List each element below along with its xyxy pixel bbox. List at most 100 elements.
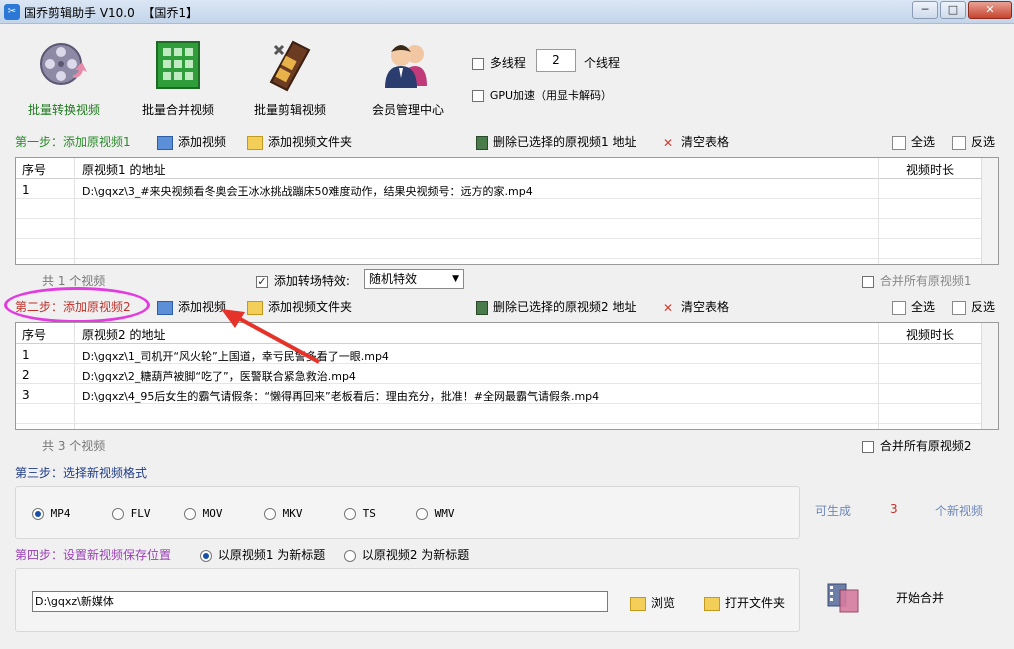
- folder-add-icon: [247, 135, 263, 150]
- browse-button[interactable]: 浏览: [630, 594, 675, 611]
- annotation-arrow: [221, 309, 320, 364]
- transition-checkbox[interactable]: [256, 275, 268, 288]
- merge-all-2-label: 合并所有原视频2: [879, 439, 972, 453]
- step2-delete-label: 删除已选择的原视频2 地址: [493, 300, 637, 314]
- radio-mov[interactable]: [184, 508, 196, 520]
- step1-delete-label: 删除已选择的原视频1 地址: [493, 135, 637, 149]
- step1-add-folder-button[interactable]: 添加视频文件夹: [247, 133, 352, 150]
- step2-invert-label: 反选: [971, 300, 996, 314]
- thread-count-input[interactable]: 2: [536, 49, 576, 72]
- film-reel-icon: [40, 43, 87, 85]
- close-button[interactable]: ✕: [968, 1, 1012, 19]
- step1-add-video-label: 添加视频: [178, 135, 227, 149]
- save-path-input[interactable]: D:\gqxz\新媒体: [32, 591, 608, 612]
- radio-wmv[interactable]: [416, 508, 428, 520]
- format-option-wmv[interactable]: WMV: [416, 507, 455, 520]
- gpu-checkbox[interactable]: [472, 89, 484, 102]
- merge-all-2-checkbox[interactable]: [862, 440, 874, 453]
- radio-mp4[interactable]: [32, 508, 44, 520]
- step1-table[interactable]: 序号 原视频1 的地址 视频时长 1 D:\gqxz\3_#来央视频看冬奥会王冰…: [15, 157, 999, 265]
- start-merge-button[interactable]: 开始合并: [826, 580, 962, 614]
- format-option-mp4[interactable]: MP4: [32, 507, 71, 520]
- step1-clear-label: 清空表格: [681, 135, 730, 149]
- batch-cut-button[interactable]: 批量剪辑视频: [240, 38, 340, 118]
- film-delete-icon: [476, 135, 488, 150]
- step1-select-all-button[interactable]: 全选: [892, 133, 935, 150]
- format-label: WMV: [434, 507, 455, 520]
- col-path-header: 原视频2 的地址: [82, 328, 166, 342]
- step1-delete-selected-button[interactable]: 删除已选择的原视频1 地址: [476, 133, 636, 150]
- merge-all-1-checkbox[interactable]: [862, 275, 874, 288]
- table-row[interactable]: 1 D:\gqxz\3_#来央视频看冬奥会王冰冰挑战蹦床50难度动作，结果央视频…: [16, 180, 998, 199]
- multithread-checkbox[interactable]: [472, 57, 484, 70]
- open-folder-button[interactable]: 打开文件夹: [704, 594, 785, 611]
- row-index: 1: [22, 348, 30, 362]
- merge-film-icon: [827, 583, 859, 613]
- step2-clear-label: 清空表格: [681, 300, 730, 314]
- table-row[interactable]: 2 D:\gqxz\2_糖葫芦被脚“吃了”，医警联合紧急救治.mp4: [16, 365, 998, 384]
- table-row[interactable]: 1 D:\gqxz\1_司机开“风火轮”上国道，幸亏民警多看了一眼.mp4: [16, 345, 998, 364]
- radio-title-video2[interactable]: [344, 549, 356, 562]
- gpu-label: GPU加速（用显卡解码）: [489, 89, 613, 102]
- batch-merge-button[interactable]: 批量合并视频: [128, 38, 228, 118]
- radio-flv[interactable]: [112, 508, 124, 520]
- batch-convert-button[interactable]: 批量转换视频: [14, 38, 114, 118]
- step3-title: 第三步：选择新视频格式: [15, 466, 148, 480]
- scrollbar[interactable]: [981, 158, 998, 264]
- page-icon: [952, 300, 966, 315]
- maximize-button[interactable]: □: [940, 1, 966, 19]
- green-building-icon: [156, 41, 200, 89]
- format-option-mov[interactable]: MOV: [184, 507, 223, 520]
- table-row[interactable]: 3 D:\gqxz\4_95后女生的霸气请假条：“懒得再回来”老板看后：理由充分…: [16, 385, 998, 404]
- merge-all-2-option[interactable]: 合并所有原视频2: [862, 437, 971, 454]
- step2-select-all-button[interactable]: 全选: [892, 298, 935, 315]
- table-header: 序号 原视频2 的地址 视频时长: [16, 323, 998, 344]
- step2-clear-table-button[interactable]: ✕ 清空表格: [660, 298, 729, 315]
- member-center-button[interactable]: 会员管理中心: [358, 38, 458, 118]
- step4-title: 第四步：设置新视频保存位置: [15, 548, 172, 562]
- can-generate-label: 可生成: [815, 504, 852, 518]
- row-path: D:\gqxz\2_糖葫芦被脚“吃了”，医警联合紧急救治.mp4: [82, 370, 356, 383]
- format-option-flv[interactable]: FLV: [112, 507, 151, 520]
- format-label: TS: [362, 507, 376, 520]
- transition-select[interactable]: 随机特效 ▼: [364, 269, 464, 289]
- step2-title: 第二步：添加原视频2: [15, 300, 131, 314]
- chevron-down-icon: ▼: [452, 274, 459, 284]
- step1-invert-button[interactable]: 反选: [952, 133, 995, 150]
- generate-unit-label: 个新视频: [935, 504, 984, 518]
- start-merge-label: 开始合并: [896, 591, 945, 605]
- row-index: 2: [22, 368, 30, 382]
- title-bar: ✂ 国乔剪辑助手 V10.0 【国乔1】 ─ □ ✕: [0, 0, 1014, 24]
- open-folder-label: 打开文件夹: [725, 596, 786, 610]
- step1-add-video-button[interactable]: 添加视频: [157, 133, 226, 150]
- red-x-icon: ✕: [662, 135, 674, 150]
- step1-clear-table-button[interactable]: ✕ 清空表格: [660, 133, 729, 150]
- step1-title: 第一步：添加原视频1: [15, 135, 131, 149]
- step1-add-folder-label: 添加视频文件夹: [268, 135, 353, 149]
- format-label: MKV: [282, 507, 303, 520]
- title-from-video1-option[interactable]: 以原视频1 为新标题: [200, 546, 325, 563]
- title-from-video2-option[interactable]: 以原视频2 为新标题: [344, 546, 469, 563]
- step1-select-all-label: 全选: [911, 135, 936, 149]
- multithread-label: 多线程: [489, 56, 526, 70]
- gpu-option[interactable]: GPU加速（用显卡解码）: [472, 87, 612, 103]
- merge-all-1-option[interactable]: 合并所有原视频1: [862, 272, 971, 289]
- multithread-option[interactable]: 多线程: [472, 54, 526, 71]
- row-index: 1: [22, 183, 30, 197]
- transition-option[interactable]: 添加转场特效:: [256, 272, 350, 289]
- users-icon: [385, 45, 427, 88]
- format-option-mkv[interactable]: MKV: [264, 507, 303, 520]
- radio-ts[interactable]: [344, 508, 356, 520]
- step2-invert-button[interactable]: 反选: [952, 298, 995, 315]
- scrollbar[interactable]: [981, 323, 998, 429]
- batch-convert-label: 批量转换视频: [27, 103, 100, 117]
- add-video-icon: [157, 135, 173, 150]
- step2-delete-selected-button[interactable]: 删除已选择的原视频2 地址: [476, 298, 636, 315]
- step2-table[interactable]: 序号 原视频2 的地址 视频时长 1 D:\gqxz\1_司机开“风火轮”上国道…: [15, 322, 999, 430]
- format-option-ts[interactable]: TS: [344, 507, 376, 520]
- radio-title-video1[interactable]: [200, 549, 212, 562]
- minimize-button[interactable]: ─: [912, 1, 938, 19]
- format-label: FLV: [130, 507, 151, 520]
- radio-mkv[interactable]: [264, 508, 276, 520]
- merge-all-1-label: 合并所有原视频1: [879, 274, 972, 288]
